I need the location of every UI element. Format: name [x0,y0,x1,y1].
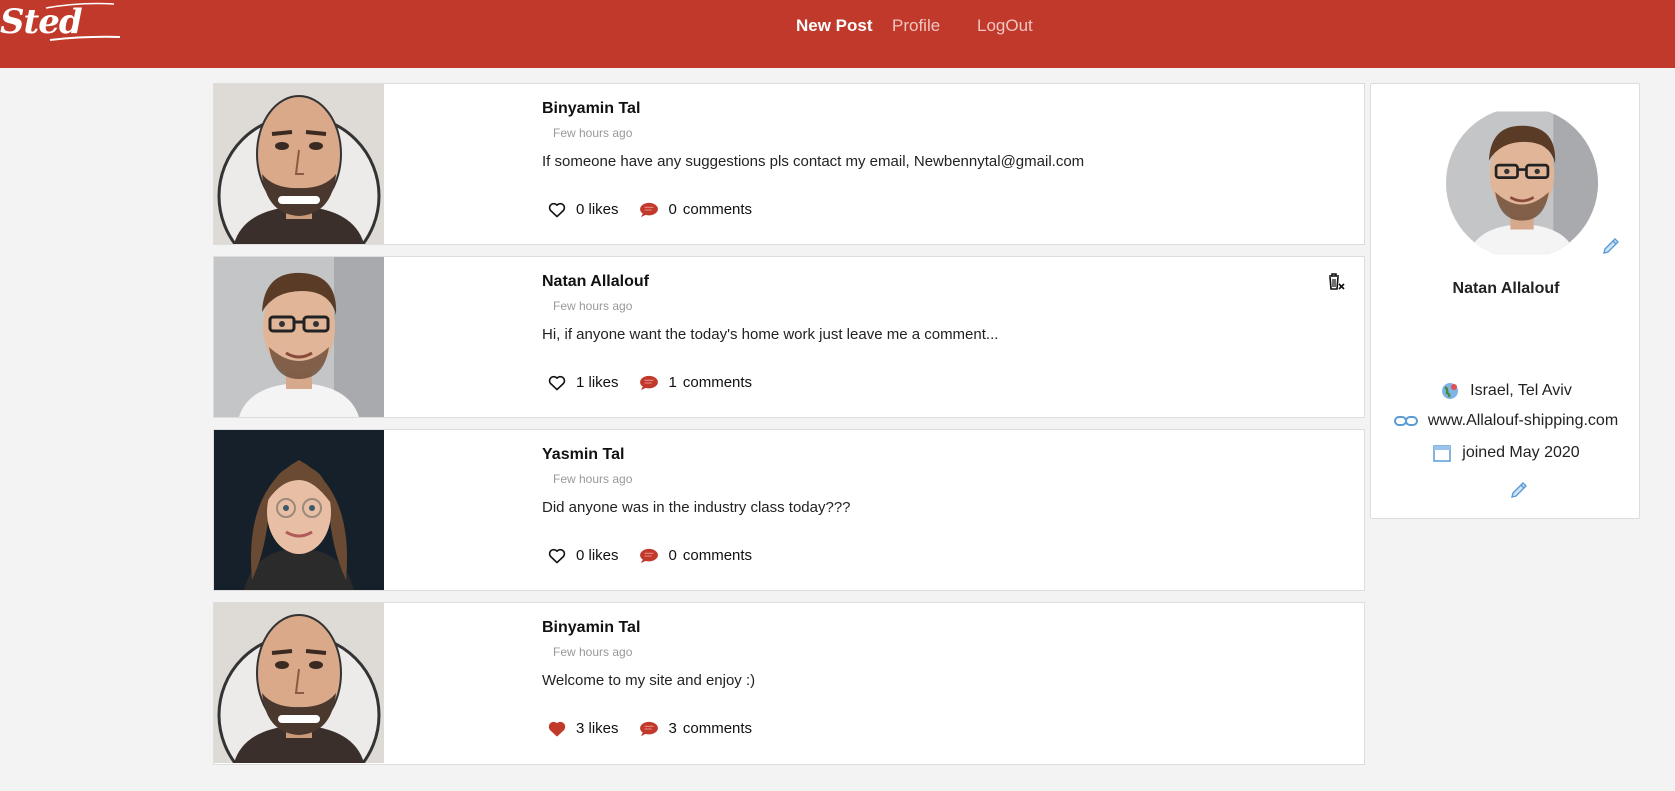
profile-avatar [1446,107,1598,259]
comment-icon [639,202,658,217]
globe-icon [1442,383,1459,399]
logo-swoosh-icon [45,2,121,41]
post-actions: 3 likes 3 comments [548,720,752,737]
post-actions: 0 likes 0 comments [548,547,752,564]
post-avatar[interactable] [214,430,384,590]
profile-location: Israel, Tel Aviv [1371,381,1641,401]
likes-count: 0 likes [576,201,619,218]
profile-card: Natan Allalouf Israel, Tel Aviv www.Alla… [1370,83,1640,519]
post-author[interactable]: Yasmin Tal [542,446,624,464]
location-text: Israel, Tel Aviv [1470,382,1572,399]
post-avatar[interactable] [214,603,384,763]
post-text: Hi, if anyone want the today's home work… [542,326,999,343]
calendar-icon [1433,445,1452,462]
comments-count: 1 [668,374,677,391]
post-card: Binyamin Tal Few hours ago If someone ha… [213,83,1365,245]
like-button[interactable]: 0 likes [548,201,619,218]
nav-profile[interactable]: Profile [892,16,940,36]
comments-label: comments [682,720,753,737]
comments-label: comments [682,374,753,391]
like-button[interactable]: 3 likes [548,720,619,737]
post-avatar[interactable] [214,84,384,244]
comments-count: 0 [668,201,677,218]
comments-count: 3 [668,720,677,737]
post-feed: Binyamin Tal Few hours ago If someone ha… [213,83,1365,776]
link-icon [1393,416,1418,426]
comments-label: comments [682,201,753,218]
pencil-icon [1603,238,1619,254]
post-card: Natan Allalouf Few hours ago Hi, if anyo… [213,256,1365,418]
post-actions: 0 likes 0 comments [548,201,752,218]
likes-count: 0 likes [576,547,619,564]
post-card: Yasmin Tal Few hours ago Did anyone was … [213,429,1365,591]
post-text: Welcome to my site and enjoy :) [542,672,756,689]
heart-icon [548,375,566,390]
delete-icon [1329,273,1345,290]
post-time: Few hours ago [553,645,633,659]
comment-icon [639,375,658,390]
edit-avatar-button[interactable] [1601,236,1621,261]
post-text: Did anyone was in the industry class tod… [542,499,851,516]
logo[interactable]: Sted [0,0,130,55]
comments-button[interactable]: 3 comments [639,720,753,737]
delete-post-button[interactable] [1327,273,1345,296]
comments-count: 0 [668,547,677,564]
post-time: Few hours ago [553,472,633,486]
comments-button[interactable]: 0 comments [639,547,753,564]
post-author[interactable]: Binyamin Tal [542,100,640,118]
post-author[interactable]: Binyamin Tal [542,619,640,637]
post-card: Binyamin Tal Few hours ago Welcome to my… [213,602,1365,765]
like-button[interactable]: 1 likes [548,374,619,391]
likes-count: 1 likes [576,374,619,391]
comments-button[interactable]: 0 comments [639,201,753,218]
comments-button[interactable]: 1 comments [639,374,753,391]
post-text: If someone have any suggestions pls cont… [542,153,1085,170]
heart-filled-icon [548,721,566,736]
profile-joined: joined May 2020 [1371,443,1641,463]
profile-name: Natan Allalouf [1452,280,1560,297]
post-actions: 1 likes 1 comments [548,374,752,391]
profile-website[interactable]: www.Allalouf-shipping.com [1371,412,1641,430]
comment-icon [639,721,658,736]
edit-profile-button[interactable] [1509,480,1529,505]
post-author[interactable]: Natan Allalouf [542,273,649,291]
nav-logout[interactable]: LogOut [977,16,1033,36]
comment-icon [639,548,658,563]
post-avatar[interactable] [214,257,384,417]
heart-icon [548,202,566,217]
website-link[interactable]: www.Allalouf-shipping.com [1428,412,1618,430]
likes-count: 3 likes [576,720,619,737]
nav-new-post[interactable]: New Post [796,16,873,36]
heart-icon [548,548,566,563]
post-time: Few hours ago [553,126,633,140]
pencil-icon [1511,482,1527,498]
top-navbar: Sted New Post Profile LogOut [0,0,1675,68]
comments-label: comments [682,547,753,564]
like-button[interactable]: 0 likes [548,547,619,564]
post-time: Few hours ago [553,299,633,313]
joined-text: joined May 2020 [1462,444,1580,461]
